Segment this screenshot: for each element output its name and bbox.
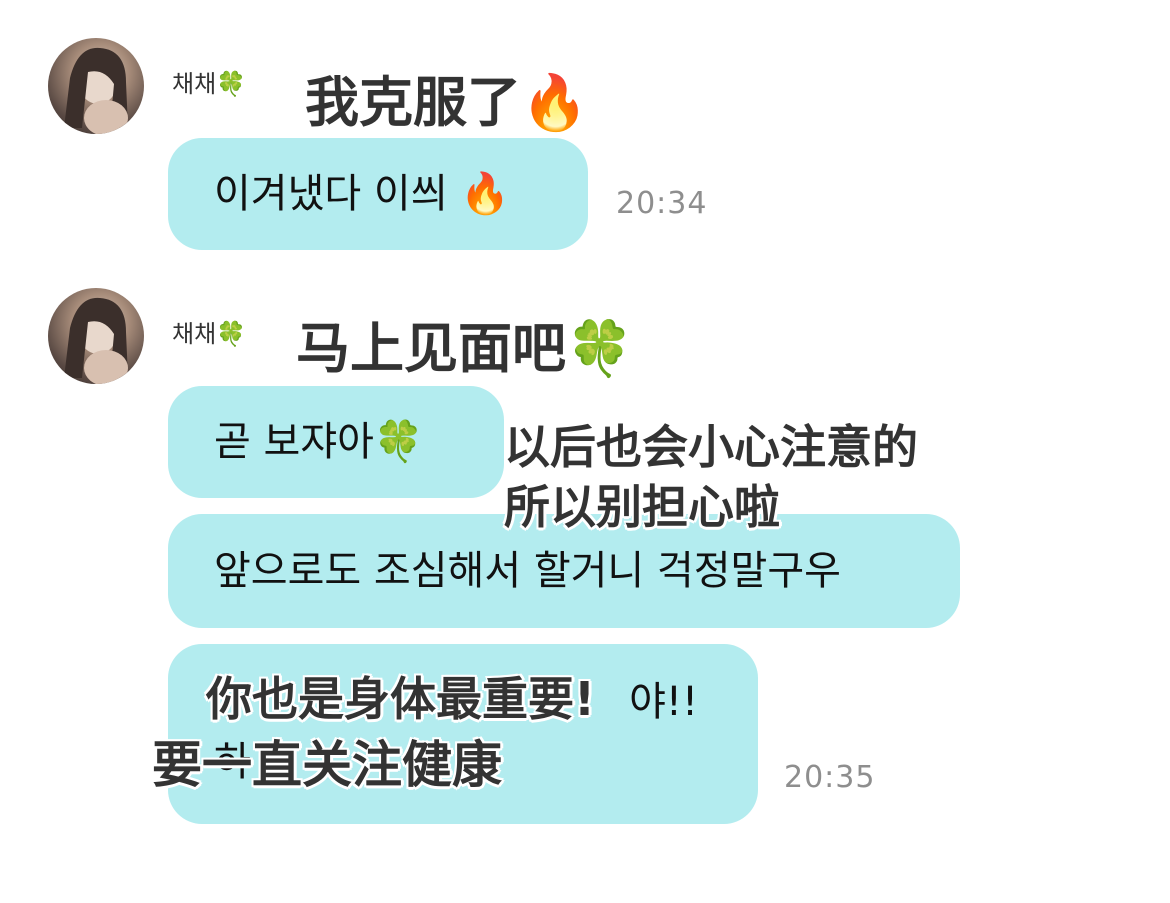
message-bubble[interactable]: 곧 보쟈아🍀: [168, 386, 504, 498]
sender-name: 채채🍀: [172, 322, 246, 346]
profile-photo-icon: [64, 47, 128, 134]
caption-overlay: 马上见面吧🍀: [295, 317, 634, 380]
message-text: 이겨냈다 이씌 🔥: [214, 171, 511, 217]
message-text: 곧 보쟈아🍀: [214, 419, 424, 465]
profile-photo-icon: [64, 297, 128, 384]
avatar[interactable]: [48, 288, 144, 384]
sender-name-text: 채채: [172, 70, 217, 98]
message-bubble[interactable]: 이겨냈다 이씌 🔥: [168, 138, 588, 250]
message-timestamp: 20:35: [784, 760, 876, 795]
message-text: 앞으로도 조심해서 할거니 걱정말구우: [214, 548, 841, 594]
clover-icon: 🍀: [216, 320, 247, 348]
caption-overlay: 要一直关注健康: [151, 736, 503, 794]
sender-name-text: 채채: [172, 320, 217, 348]
sender-name: 채채🍀: [172, 72, 246, 96]
message-timestamp: 20:34: [616, 186, 708, 221]
caption-overlay: 我克服了🔥: [304, 71, 589, 134]
avatar[interactable]: [48, 38, 144, 134]
message-bubble[interactable]: 야!! 하: [168, 644, 758, 824]
caption-overlay: 以后也会小心注意的: [503, 420, 919, 474]
caption-overlay: 所以别担心啦: [503, 480, 781, 534]
clover-icon: 🍀: [216, 70, 247, 98]
caption-overlay: 你也是身体最重要!: [205, 672, 596, 726]
